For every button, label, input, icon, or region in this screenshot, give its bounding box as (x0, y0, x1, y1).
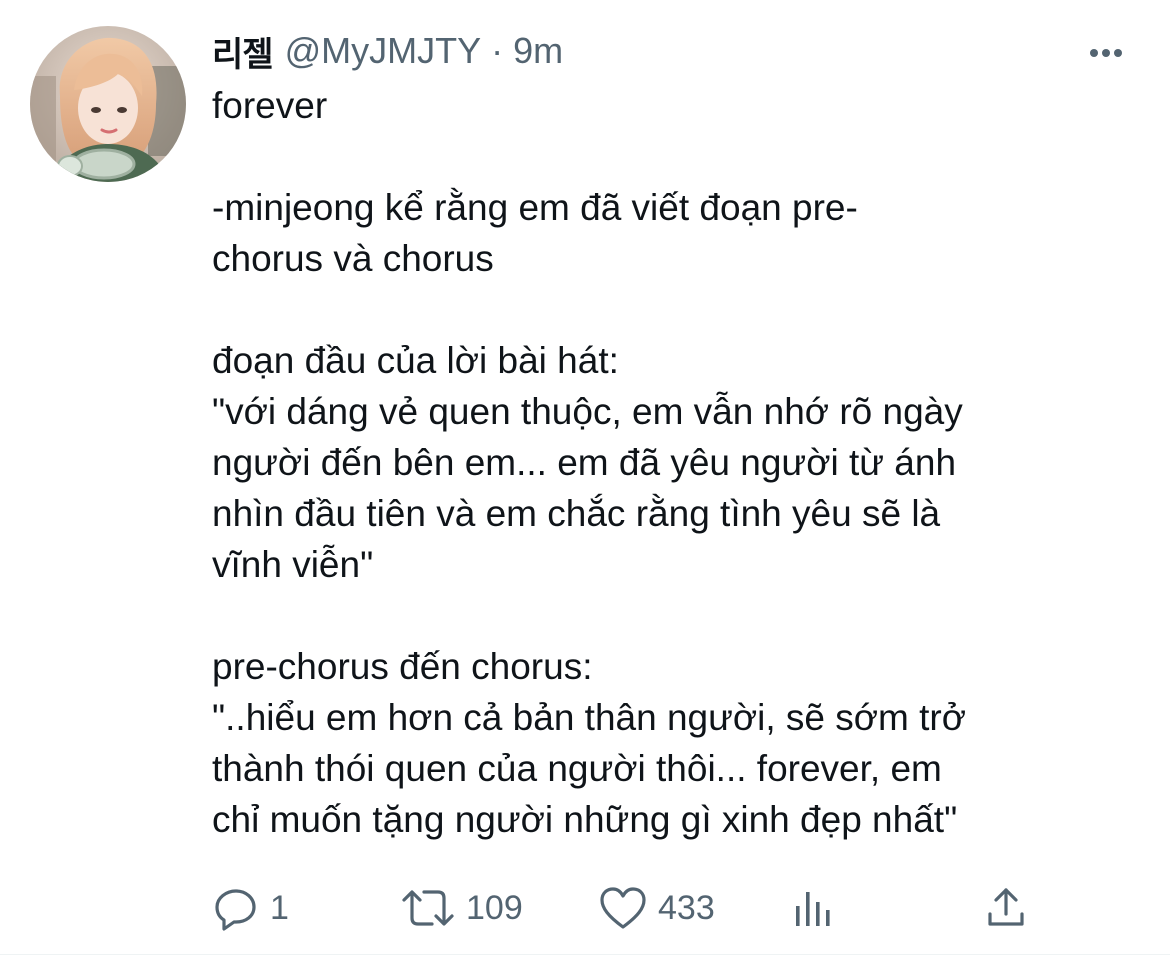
retweet-button[interactable]: 109 (400, 882, 523, 934)
analytics-icon (796, 892, 830, 926)
share-icon (988, 888, 1024, 926)
tweet-actions: 1 109 433 (212, 882, 1042, 934)
tweet-paragraph: đoạn đầu của lời bài hát: "với dáng vẻ q… (212, 340, 963, 585)
heart-icon (600, 887, 646, 929)
separator-dot: · (491, 30, 504, 71)
reply-count: 1 (270, 888, 289, 927)
timestamp[interactable]: 9m (513, 30, 563, 72)
profile-photo-icon (30, 26, 186, 182)
like-count: 433 (658, 888, 715, 927)
divider (0, 954, 1170, 955)
retweet-icon (402, 890, 454, 926)
retweet-count: 109 (466, 888, 523, 927)
tweet-header: 리젤 @MyJMJTY · 9m (212, 27, 563, 76)
user-handle[interactable]: @MyJMJTY (285, 30, 482, 72)
like-button[interactable]: 433 (598, 882, 715, 934)
avatar[interactable] (30, 26, 186, 182)
more-horizontal-icon (1090, 49, 1122, 57)
tweet-paragraph: -minjeong kể rằng em đã viết đoạn pre- c… (212, 187, 858, 279)
reply-icon (215, 889, 256, 931)
share-button[interactable] (982, 882, 1030, 934)
analytics-button[interactable] (790, 882, 838, 934)
reply-button[interactable]: 1 (212, 882, 289, 934)
tweet-paragraph: forever (212, 85, 328, 126)
tweet-text: forever -minjeong kể rằng em đã viết đoạ… (212, 80, 1132, 845)
tweet: 리젤 @MyJMJTY · 9m forever -minjeong kể rằ… (0, 0, 1170, 958)
more-options-button[interactable] (1084, 36, 1128, 70)
tweet-paragraph: pre-chorus đến chorus: "..hiểu em hơn cả… (212, 646, 967, 840)
display-name[interactable]: 리젤 (212, 27, 274, 76)
